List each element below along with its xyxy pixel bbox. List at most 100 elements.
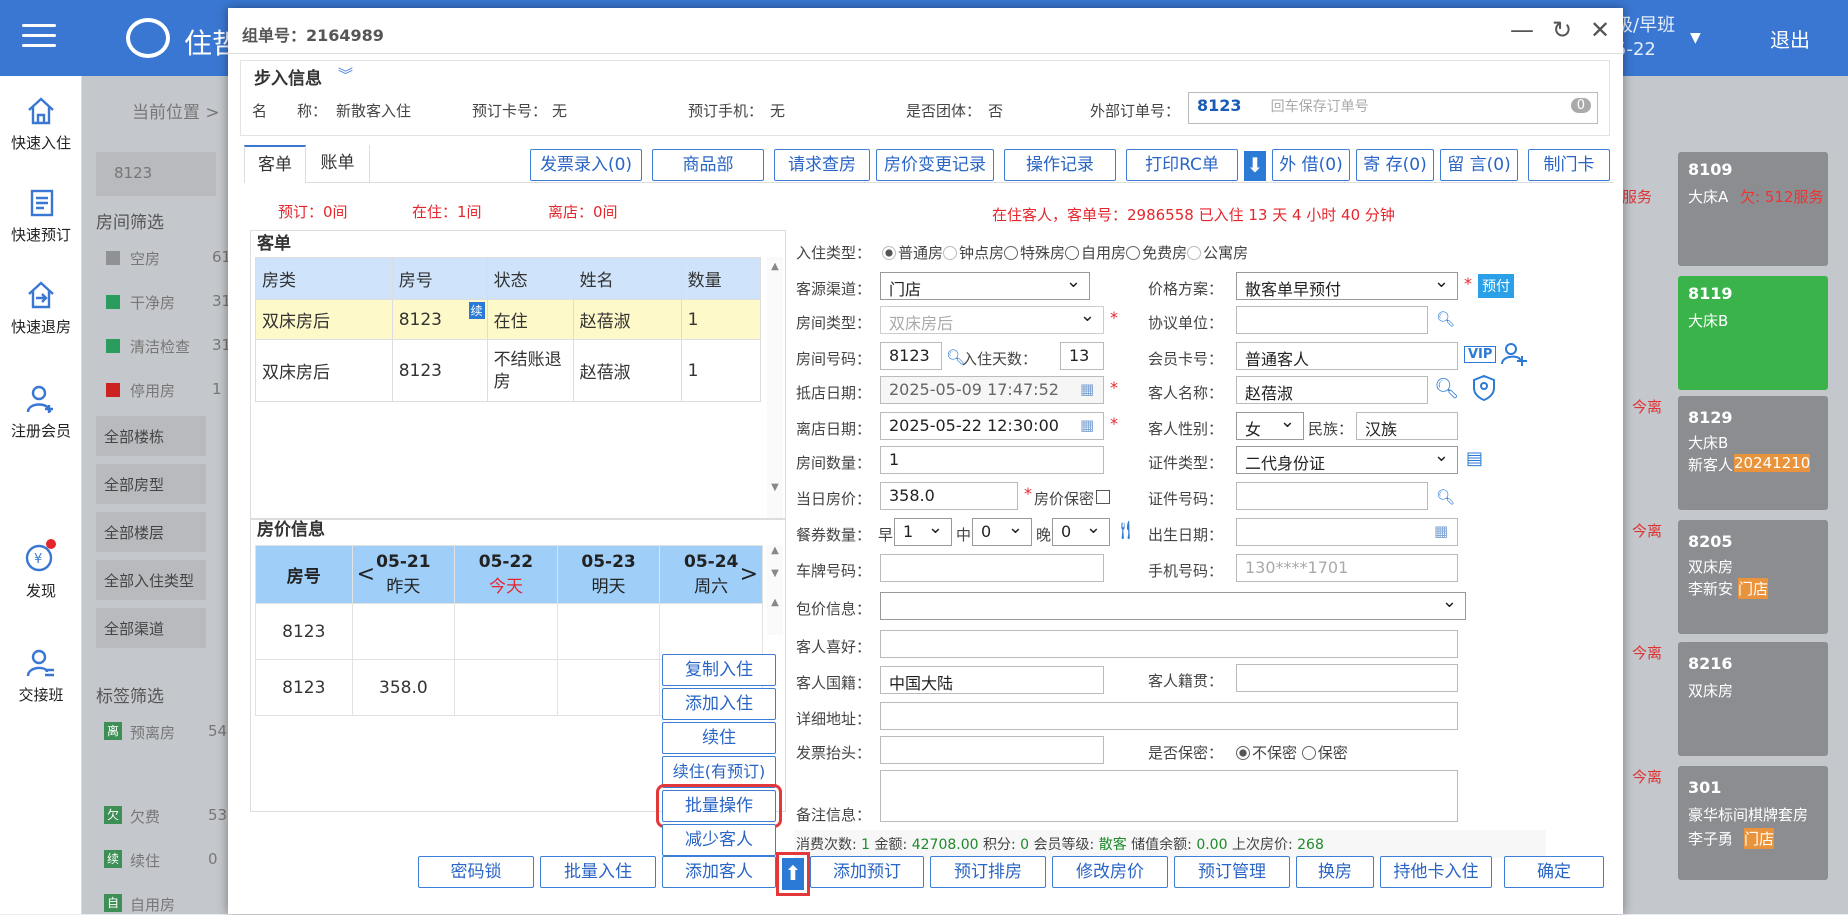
chevron-down-icon[interactable]: ▼: [1690, 30, 1701, 46]
nationality-input[interactable]: 中国大陆: [880, 666, 1104, 694]
nav-quick-checkout[interactable]: 快速退房: [0, 280, 82, 337]
room-card-8129[interactable]: 8129 大床B 新客人 20241210: [1678, 396, 1828, 510]
room-check-button[interactable]: 请求查房: [774, 149, 870, 181]
birth-date-input[interactable]: [1236, 518, 1458, 546]
address-input[interactable]: [880, 702, 1458, 730]
remark-textarea[interactable]: [880, 770, 1458, 822]
change-room-button[interactable]: 换房: [1296, 856, 1374, 888]
checkin-type-radios[interactable]: 普通房 钟点房 特殊房 自用房 免费房 公寓房: [882, 242, 1248, 263]
member-card-input[interactable]: 普通客人: [1236, 342, 1458, 370]
table-row[interactable]: 双床房后 8123 不结账退房 赵蓓淑 1: [255, 339, 762, 402]
goods-button[interactable]: 商品部: [652, 149, 764, 181]
package-select[interactable]: [880, 591, 1466, 620]
logout-button[interactable]: 退出: [1770, 24, 1810, 53]
calendar-icon[interactable]: ▦: [1080, 416, 1094, 434]
filter-roomtype[interactable]: 全部房型: [96, 464, 206, 504]
modify-rate-button[interactable]: 修改房价: [1052, 856, 1168, 888]
room-count-input[interactable]: 1: [880, 446, 1104, 474]
rate-change-log-button[interactable]: 房价变更记录: [876, 149, 994, 181]
filter-channel[interactable]: 全部渠道: [96, 608, 206, 648]
add-guest-button[interactable]: 添加客人: [662, 856, 776, 888]
batch-checkin-button[interactable]: 批量入住: [540, 856, 656, 888]
filter-building[interactable]: 全部楼栋: [96, 416, 206, 456]
id-scan-icon[interactable]: ▤: [1466, 448, 1483, 469]
add-booking-button[interactable]: 添加预订: [810, 856, 924, 888]
table-row[interactable]: 双床房后 8123 续在住 赵蓓淑 1: [255, 299, 762, 340]
cutlery-icon[interactable]: 🍴︎: [1114, 520, 1137, 541]
daily-rate-input[interactable]: 358.0: [880, 482, 1018, 510]
password-lock-button[interactable]: 密码锁: [418, 856, 534, 888]
print-rc-button[interactable]: 打印RC单: [1126, 149, 1238, 181]
minimize-icon[interactable]: —: [1510, 16, 1534, 44]
filter-floor[interactable]: 全部楼层: [96, 512, 206, 552]
price-scrollbar[interactable]: ▲ ▼ ▲: [767, 545, 783, 635]
nav-quick-booking[interactable]: 快速预订: [0, 188, 82, 245]
nav-register-member[interactable]: 注册会员: [0, 384, 82, 441]
copy-checkin-button[interactable]: 复制入住: [662, 654, 776, 686]
confirm-button[interactable]: 确定: [1504, 856, 1604, 888]
batch-operation-button[interactable]: 批量操作: [656, 784, 782, 828]
menu-icon[interactable]: [22, 24, 56, 52]
invoice-title-input[interactable]: [880, 736, 1104, 764]
calendar-icon[interactable]: ▦: [1434, 522, 1448, 540]
stay-days-input[interactable]: 13: [1060, 342, 1104, 370]
filter-checkin-type[interactable]: 全部入住类型: [96, 560, 206, 600]
nav-discover[interactable]: ¥ 发现: [0, 538, 82, 601]
mobile-input[interactable]: 130****1701: [1236, 554, 1458, 582]
room-card-8109[interactable]: 8109 大床A 欠: 512服务: [1678, 152, 1828, 266]
rate-secret-checkbox[interactable]: [1096, 490, 1110, 504]
tab-bill[interactable]: 账单: [306, 145, 370, 183]
plate-number-input[interactable]: [880, 554, 1104, 582]
refresh-icon[interactable]: ↻: [1552, 16, 1572, 44]
room-card-8216[interactable]: 8216 双床房: [1678, 642, 1828, 756]
lend-button[interactable]: 外 借(0): [1272, 149, 1350, 181]
calendar-icon[interactable]: ▦: [1080, 380, 1094, 398]
dinner-select[interactable]: 0: [1052, 517, 1110, 546]
ethnicity-input[interactable]: 汉族: [1356, 412, 1458, 440]
booking-manage-button[interactable]: 预订管理: [1174, 856, 1290, 888]
id-type-select[interactable]: 二代身份证: [1236, 445, 1458, 474]
guest-name-input[interactable]: 赵蓓淑: [1236, 376, 1428, 404]
arrow-up-icon[interactable]: ⬆: [776, 852, 810, 896]
add-member-icon[interactable]: [1500, 340, 1528, 368]
chevron-down-icon[interactable]: ︾: [338, 64, 353, 85]
guest-search-icon[interactable]: 🔍︎: [1434, 376, 1459, 400]
nav-handover[interactable]: 交接班: [0, 648, 82, 705]
next-date-icon[interactable]: >: [740, 562, 758, 587]
price-plan-select[interactable]: 散客单早预付: [1236, 271, 1458, 300]
room-number-input[interactable]: 8123: [880, 342, 942, 370]
departure-date-input[interactable]: 2025-05-22 12:30:00: [880, 412, 1104, 440]
booking-assign-button[interactable]: 预订排房: [930, 856, 1046, 888]
download-icon[interactable]: ⬇: [1244, 151, 1266, 181]
guest-preference-input[interactable]: [880, 630, 1458, 658]
make-key-card-button[interactable]: 制门卡: [1528, 149, 1610, 181]
user-shift[interactable]: 级/早班 5-22: [1615, 14, 1675, 62]
add-checkin-button[interactable]: 添加入住: [662, 688, 776, 720]
external-order-input[interactable]: 8123 回车保存订单号 0: [1188, 92, 1598, 124]
prev-date-icon[interactable]: <: [357, 562, 375, 587]
tab-guest-order[interactable]: 客单: [244, 145, 306, 183]
breakfast-select[interactable]: 1: [894, 517, 952, 546]
native-place-input[interactable]: [1236, 664, 1458, 692]
reduce-guest-button[interactable]: 减少客人: [662, 824, 776, 856]
id-number-input[interactable]: [1236, 482, 1428, 510]
operation-log-button[interactable]: 操作记录: [1004, 149, 1116, 181]
extend-with-booking-button[interactable]: 续住(有预订): [662, 756, 776, 788]
message-button[interactable]: 留 言(0): [1440, 149, 1518, 181]
source-channel-select[interactable]: 门店: [880, 271, 1090, 300]
nav-quick-checkin[interactable]: 快速入住: [0, 96, 82, 153]
lunch-select[interactable]: 0: [972, 517, 1032, 546]
agreement-unit-input[interactable]: [1236, 306, 1428, 334]
room-card-8205[interactable]: 8205 双床房 李新安 门店: [1678, 520, 1828, 634]
room-search-input[interactable]: 8123: [96, 152, 216, 196]
invoice-entry-button[interactable]: 发票录入(0): [530, 149, 642, 181]
search-icon[interactable]: 🔍︎: [1436, 310, 1455, 328]
search-icon[interactable]: 🔍︎: [1436, 488, 1455, 506]
room-card-301[interactable]: 301 豪华标间棋牌套房 李子勇 门店: [1678, 766, 1828, 880]
vip-icon[interactable]: VIP: [1464, 346, 1497, 363]
shield-user-icon[interactable]: [1472, 374, 1496, 402]
privacy-radios[interactable]: 不保密 保密: [1236, 742, 1348, 763]
close-icon[interactable]: ✕: [1590, 16, 1610, 44]
gender-select[interactable]: 女: [1236, 411, 1304, 440]
order-scrollbar[interactable]: ▲ ▼: [767, 257, 783, 519]
